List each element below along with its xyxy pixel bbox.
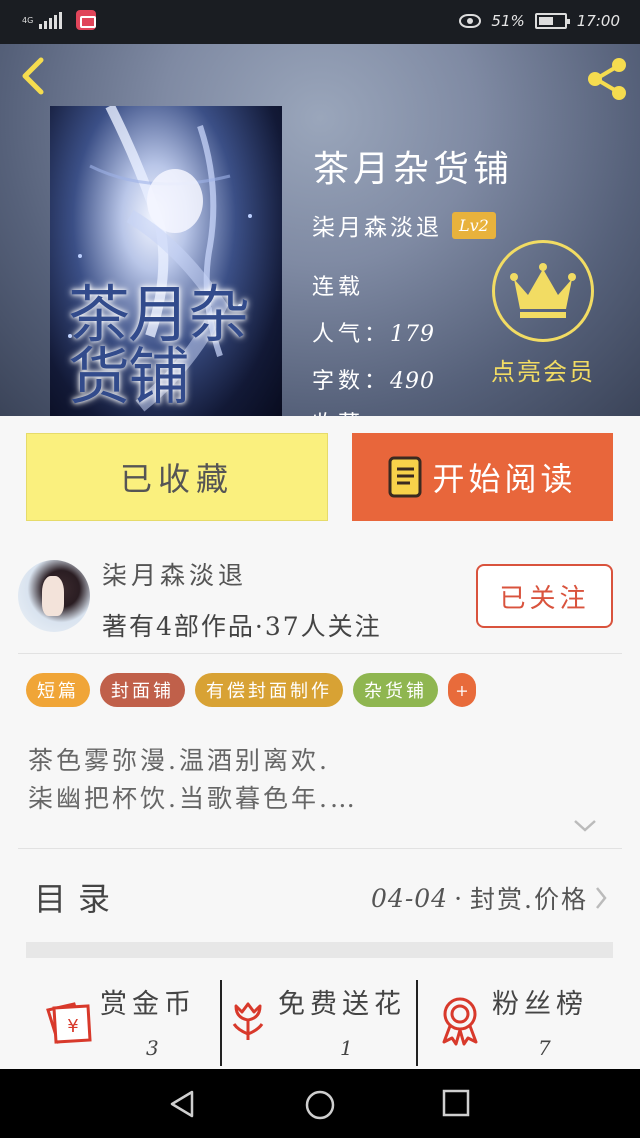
vip-label: 点亮会员 (491, 358, 595, 386)
reward-coins-button[interactable]: ¥ 赏金币 3 (40, 976, 210, 1068)
medal-icon (442, 997, 478, 1046)
collected-label: 已收藏 (119, 460, 234, 498)
eye-comfort-icon (459, 14, 482, 28)
nav-back-button[interactable] (168, 1089, 198, 1119)
author-name[interactable]: 柒月森淡退 (102, 556, 247, 592)
fan-ranking-button[interactable]: 粉丝榜 7 (430, 976, 630, 1068)
description-line: 茶色雾弥漫.温酒别离欢. (28, 746, 330, 775)
popularity-label: 人气： (312, 322, 391, 347)
cover-title: 茶月杂货铺 (68, 278, 250, 413)
tag-list: 短篇 封面铺 有偿封面制作 杂货铺 + (26, 673, 476, 707)
chevron-down-icon (574, 820, 596, 832)
level-badge: Lv2 (452, 211, 496, 239)
serial-status: 连载 (312, 275, 365, 300)
divider (18, 848, 622, 849)
book-title: 茶月杂货铺 (313, 149, 514, 190)
latest-separator: · (454, 883, 465, 913)
chevron-right-icon (596, 887, 607, 909)
fan-ranking-label: 粉丝榜 (492, 989, 588, 1020)
send-flower-count: 1 (340, 1036, 353, 1060)
share-button[interactable] (582, 54, 632, 104)
flower-icon (232, 1002, 264, 1040)
network-type: 4G (22, 15, 34, 25)
vip-button[interactable]: 点亮会员 (488, 240, 598, 387)
reward-coins-label: 赏金币 (100, 989, 196, 1020)
send-flower-button[interactable]: 免费送花 1 (226, 976, 416, 1068)
app-notification-icon (76, 10, 97, 30)
popularity-stat: 人气：179 (312, 316, 435, 348)
clock: 17:00 (576, 12, 620, 30)
battery-percent: 51% (491, 12, 525, 30)
reward-coins-count: 3 (146, 1036, 159, 1060)
word-count-label: 字数： (312, 369, 391, 394)
tag-short[interactable]: 短篇 (26, 673, 90, 707)
nav-recents-button[interactable] (442, 1089, 470, 1117)
description-line: 柒幽把杯饮.当歌暮色年.… (28, 784, 358, 813)
toc-latest-chapter[interactable]: 04-04 · 封赏.价格 (371, 880, 608, 916)
send-flower-label: 免费送花 (278, 989, 406, 1020)
author-link[interactable]: 柒月森淡退 (312, 208, 442, 242)
expand-description-button[interactable] (572, 818, 598, 838)
start-reading-label: 开始阅读 (432, 460, 577, 498)
signal-icon (39, 11, 63, 29)
battery-icon (534, 13, 570, 29)
chevron-left-icon (22, 57, 44, 95)
divider (18, 653, 622, 654)
fan-ranking-count: 7 (538, 1036, 551, 1060)
favorites-stat: 收藏： (312, 406, 390, 416)
red-envelope-icon: ¥ (46, 1002, 92, 1044)
vip-badge (492, 240, 594, 342)
latest-date: 04-04 (371, 883, 449, 913)
word-count-value: 490 (390, 369, 436, 394)
tag-grocery[interactable]: 杂货铺 (353, 673, 438, 707)
divider (416, 980, 418, 1066)
action-bar: ¥ 赏金币 3 免费送花 1 粉丝榜 7 (0, 976, 640, 1068)
latest-title: 封赏.价格 (470, 885, 588, 914)
collected-button[interactable]: 已收藏 (26, 433, 328, 521)
author-avatar[interactable] (18, 560, 90, 632)
nav-home-button[interactable] (304, 1089, 336, 1121)
back-button[interactable] (14, 56, 54, 96)
book-icon (388, 456, 422, 498)
section-separator (26, 942, 613, 958)
tag-paid-cover[interactable]: 有偿封面制作 (195, 673, 343, 707)
svg-text:¥: ¥ (67, 1016, 78, 1037)
author-works-summary: 著有4部作品·37人关注 (102, 612, 382, 641)
status-bar: 4G 51% 17:00 (0, 0, 640, 44)
popularity-value: 179 (390, 322, 436, 347)
follow-button[interactable]: 已关注 (476, 564, 613, 628)
book-header: 茶月杂货铺 茶月杂货铺 柒月森淡退 Lv2 连载 人气：179 字数：490 收… (0, 44, 640, 416)
share-icon (588, 58, 626, 100)
start-reading-button[interactable]: 开始阅读 (352, 433, 613, 521)
follow-label: 已关注 (499, 583, 590, 614)
more-tags-button[interactable]: + (448, 673, 476, 707)
book-description[interactable]: 茶色雾弥漫.温酒别离欢. 柒幽把杯饮.当歌暮色年.… (28, 742, 608, 818)
crown-icon (510, 263, 576, 318)
toc-label[interactable]: 目录 (34, 874, 122, 920)
tag-cover-shop[interactable]: 封面铺 (100, 673, 185, 707)
word-count-stat: 字数：490 (312, 363, 435, 395)
divider (220, 980, 222, 1066)
system-nav-bar (0, 1069, 640, 1138)
book-cover[interactable]: 茶月杂货铺 (50, 106, 282, 416)
